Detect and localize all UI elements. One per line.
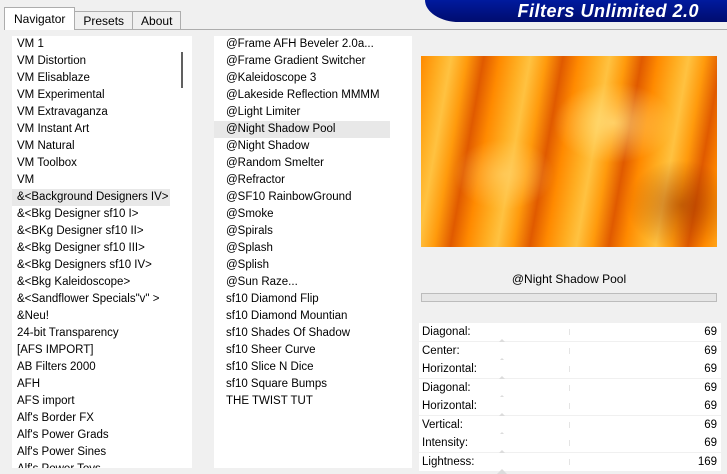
tab-about[interactable]: About [132, 11, 182, 30]
category-item[interactable]: VM Elisablaze [12, 70, 192, 87]
category-item[interactable]: VM Instant Art [12, 121, 192, 138]
filter-item[interactable]: @Smoke [214, 206, 412, 223]
filter-item[interactable]: @Random Smelter [214, 155, 412, 172]
filter-item[interactable]: @Light Limiter [214, 104, 412, 121]
category-item[interactable]: Alf's Border FX [12, 410, 192, 427]
filter-item[interactable]: @Night Shadow [214, 138, 412, 155]
category-item[interactable]: VM Experimental [12, 87, 192, 104]
parameter-value: 69 [704, 400, 717, 412]
parameter-value: 69 [704, 363, 717, 375]
category-item[interactable]: AFH [12, 376, 192, 393]
category-item[interactable]: &<Bkg Designer sf10 III> [12, 240, 192, 257]
category-item[interactable]: Alf's Power Grads [12, 427, 192, 444]
banner-title: Filters Unlimited 2.0 [517, 1, 699, 21]
filter-item[interactable]: sf10 Diamond Mountian [214, 308, 412, 325]
slider-center-mark [569, 329, 570, 335]
slider-center-mark [569, 421, 570, 428]
parameter-label: Horizontal: [422, 400, 477, 412]
filter-item[interactable]: @Spirals [214, 223, 412, 240]
category-item[interactable]: &<Sandflower Specials"v" > [12, 291, 192, 308]
parameter-value: 69 [704, 326, 717, 338]
tab-bar: Navigator Presets About [4, 7, 182, 30]
category-item[interactable]: VM Distortion [12, 53, 192, 70]
category-item[interactable]: AB Filters 2000 [12, 359, 192, 376]
parameter-slider[interactable]: Diagonal: 69 [419, 378, 721, 400]
title-banner: Filters Unlimited 2.0 [425, 0, 727, 22]
category-scrollbar[interactable] [175, 36, 192, 468]
parameter-label: Horizontal: [422, 363, 477, 375]
parameter-label: Diagonal: [422, 326, 471, 338]
category-item[interactable]: &<BKg Designer sf10 II> [12, 223, 192, 240]
filter-item[interactable]: sf10 Diamond Flip [214, 291, 412, 308]
filter-item[interactable]: sf10 Shades Of Shadow [214, 325, 412, 342]
parameter-slider[interactable]: Intensity: 69 [419, 434, 721, 455]
parameter-label: Intensity: [422, 437, 469, 449]
category-item[interactable]: VM 1 [12, 36, 192, 53]
parameter-slider[interactable]: Diagonal: 69 [419, 323, 721, 344]
parameter-value: 69 [704, 437, 717, 449]
slider-center-mark [569, 458, 570, 465]
slider-center-mark [569, 366, 570, 372]
preview-image [421, 56, 717, 247]
parameter-label: Center: [422, 344, 460, 357]
category-list[interactable]: VM 1 VM Distortion VM Elisablaze VM Experim… [12, 36, 192, 468]
category-item[interactable]: [AFS IMPORT] [12, 342, 192, 359]
filter-item[interactable]: @Night Shadow Pool [214, 121, 390, 138]
filter-item[interactable]: sf10 Slice N Dice [214, 359, 412, 376]
filter-item[interactable]: @Lakeside Reflection MMMM [214, 87, 412, 104]
parameter-slider[interactable]: Horizontal: 69 [419, 397, 721, 418]
filter-item[interactable]: @Sun Raze... [214, 274, 412, 291]
slider-center-mark [569, 403, 570, 409]
filter-item[interactable]: @Frame AFH Beveler 2.0a... [214, 36, 412, 53]
slider-center-mark [569, 347, 570, 354]
category-item[interactable]: Alf's Power Sines [12, 444, 192, 461]
tab-navigator[interactable]: Navigator [4, 7, 76, 30]
category-item[interactable]: VM Extravaganza [12, 104, 192, 121]
category-item[interactable]: &<Bkg Designer sf10 I> [12, 206, 192, 223]
category-item[interactable]: &Neu! [12, 308, 192, 325]
filter-list[interactable]: @Frame AFH Beveler 2.0a... @Frame Gradien… [214, 36, 412, 468]
parameter-slider[interactable]: Horizontal: 69 [419, 360, 721, 381]
category-item[interactable]: &<Bkg Kaleidoscope> [12, 274, 192, 291]
filter-item[interactable]: @Frame Gradient Switcher [214, 53, 412, 70]
category-item[interactable]: VM Natural [12, 138, 192, 155]
parameter-value: 69 [704, 418, 717, 431]
parameter-value: 69 [704, 381, 717, 394]
category-item[interactable]: VM [12, 172, 192, 189]
category-scroll-thumb[interactable] [181, 52, 183, 88]
category-item[interactable]: 24-bit Transparency [12, 325, 192, 342]
filter-item[interactable]: @Splash [214, 240, 412, 257]
parameter-slider[interactable]: Vertical: 69 [419, 415, 721, 437]
filter-item[interactable]: @Splish [214, 257, 412, 274]
preview-filter-name: @Night Shadow Pool [511, 272, 627, 286]
filter-item[interactable]: sf10 Square Bumps [214, 376, 412, 393]
slider-center-mark [569, 384, 570, 391]
filter-item[interactable]: THE TWIST TUT [214, 393, 412, 410]
tab-divider [4, 29, 727, 30]
category-item[interactable]: Alf's Power Toys [12, 461, 192, 468]
parameter-panel: Diagonal: 69 Center: 69 Horizontal: 69 Diagona… [419, 323, 721, 474]
parameter-value: 69 [704, 344, 717, 357]
slider-thumb[interactable] [497, 468, 507, 474]
parameter-label: Diagonal: [422, 381, 471, 394]
filter-item[interactable]: @Refractor [214, 172, 412, 189]
filter-item[interactable]: sf10 Sheer Curve [214, 342, 412, 359]
filter-item[interactable]: @SF10 RainbowGround [214, 189, 412, 206]
parameter-slider[interactable]: Center: 69 [419, 341, 721, 363]
category-item[interactable]: VM Toolbox [12, 155, 192, 172]
category-item[interactable]: &<Background Designers IV> [12, 189, 170, 206]
category-item[interactable]: &<Bkg Designers sf10 IV> [12, 257, 192, 274]
parameter-label: Vertical: [422, 418, 463, 431]
progress-bar [421, 293, 717, 302]
category-item[interactable]: AFS import [12, 393, 192, 410]
tab-presets[interactable]: Presets [74, 11, 134, 30]
slider-center-mark [569, 440, 570, 446]
filter-item[interactable]: @Kaleidoscope 3 [214, 70, 412, 87]
